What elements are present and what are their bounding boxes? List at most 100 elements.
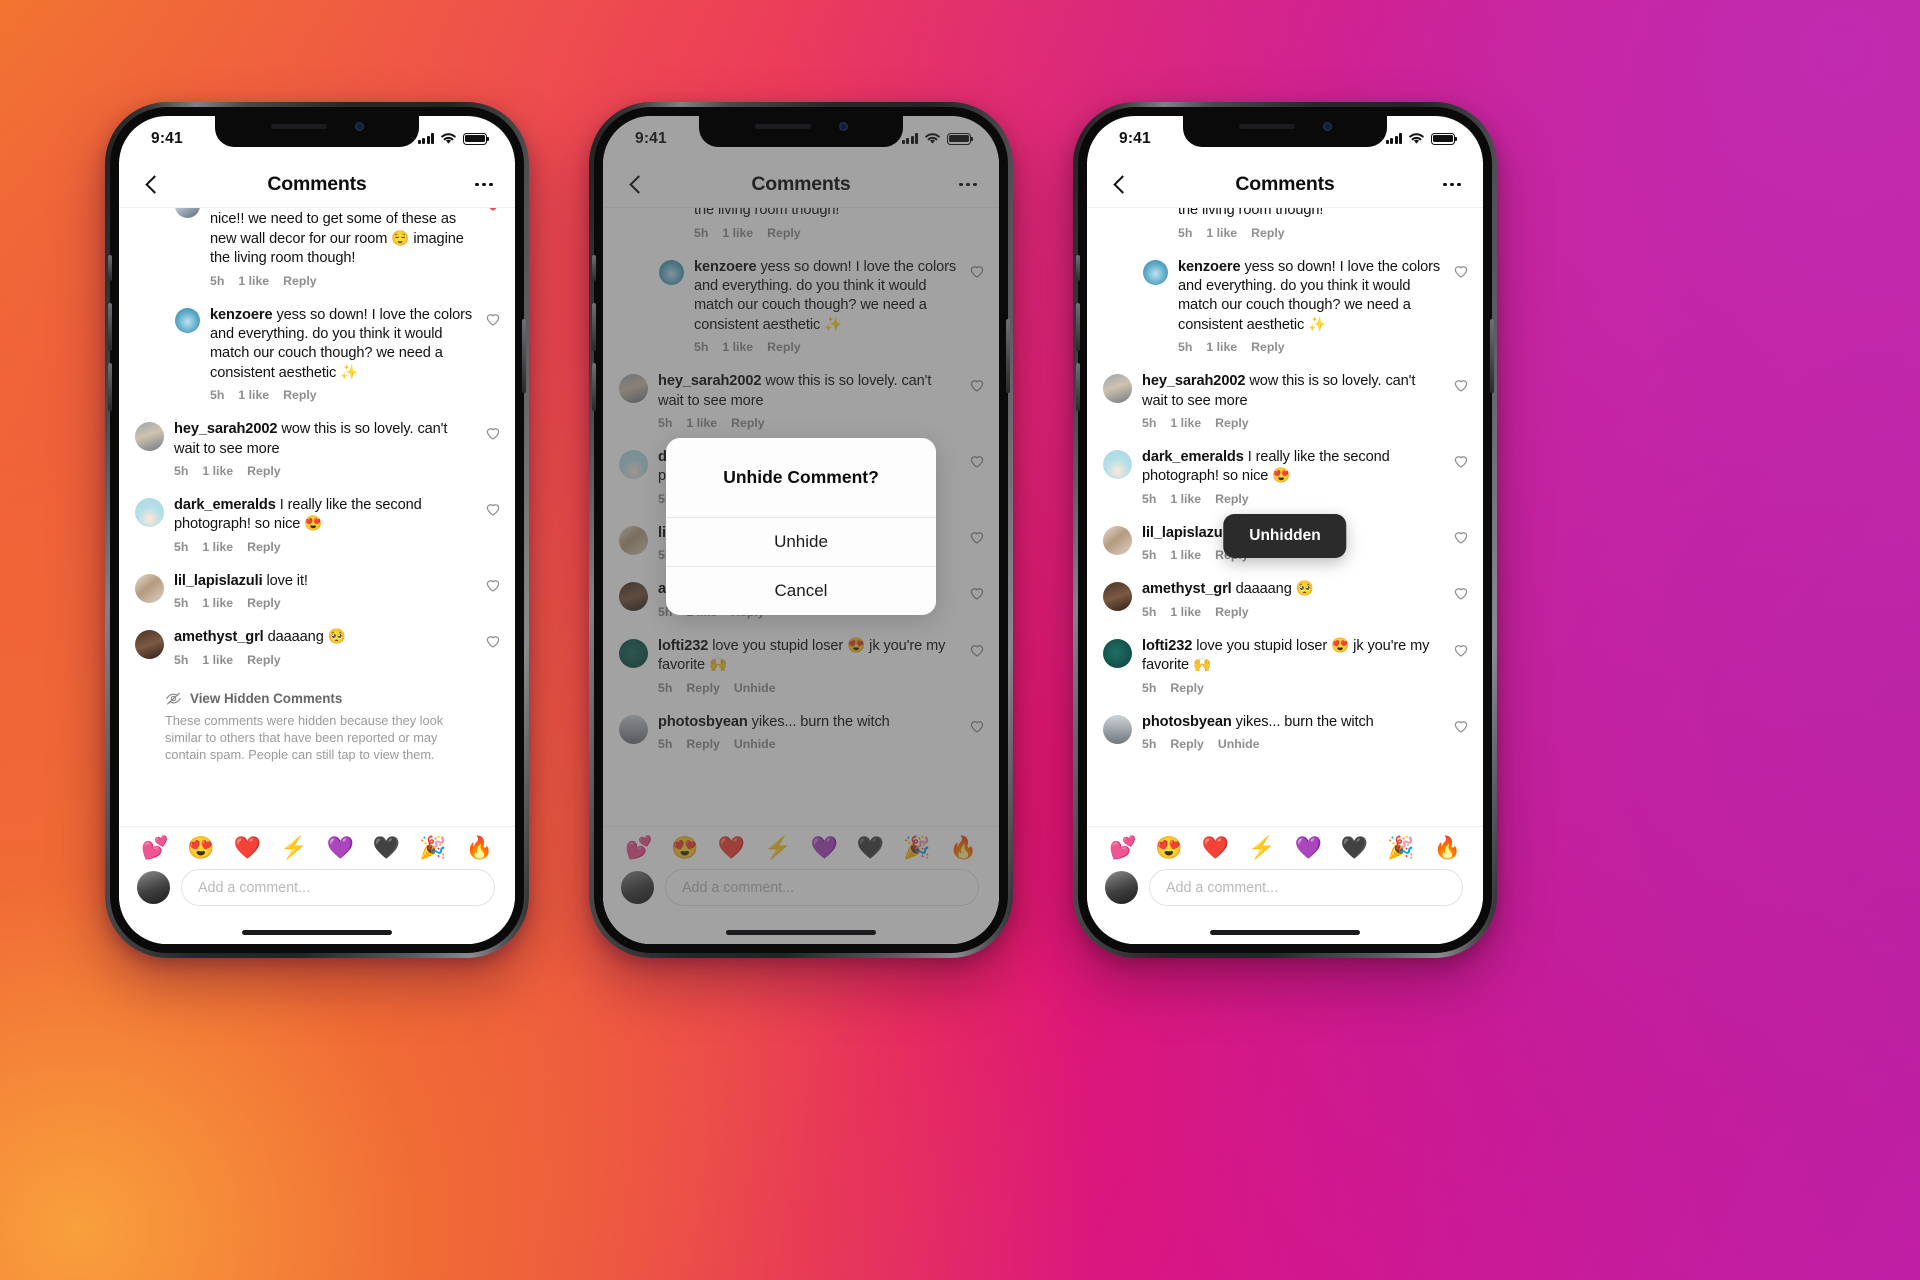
comment-item-amethyst_grl[interactable]: amethyst_grl daaaang 🥺 5h 1 like Reply	[1087, 571, 1483, 627]
comment-item-lil_lapislazuli[interactable]: lil_lapislazuli love it! 5h 1 like Reply	[119, 563, 515, 619]
volume-up-button[interactable]	[592, 303, 596, 351]
comment-item-clocars[interactable]: clocars @kenzoere omg this looks so nice…	[119, 208, 515, 297]
avatar[interactable]	[175, 208, 200, 218]
comment-username[interactable]: lil_lapislazuli	[1142, 525, 1231, 541]
emoji-two-hearts[interactable]: 💕	[141, 837, 168, 859]
power-button[interactable]	[522, 319, 526, 393]
like-heart-icon[interactable]	[1453, 377, 1469, 393]
back-button[interactable]	[141, 174, 163, 196]
like-heart-icon[interactable]	[1453, 642, 1469, 658]
comment-reply-button[interactable]: Reply	[247, 653, 281, 667]
comment-likes[interactable]: 1 like	[1170, 548, 1201, 562]
emoji-red-heart[interactable]: ❤️	[1202, 837, 1229, 859]
comment-username[interactable]: amethyst_grl	[1142, 581, 1232, 597]
emoji-heart-eyes[interactable]: 😍	[187, 837, 214, 859]
comment-input[interactable]: Add a comment...	[1149, 869, 1463, 906]
comment-reply-button[interactable]: Reply	[247, 596, 281, 610]
volume-down-button[interactable]	[1076, 363, 1080, 411]
power-button[interactable]	[1490, 319, 1494, 393]
view-hidden-comments-label[interactable]: View Hidden Comments	[190, 691, 342, 706]
comment-likes[interactable]: 1 like	[202, 464, 233, 478]
comment-username[interactable]: dark_emeralds	[174, 497, 276, 513]
comment-reply-button[interactable]: Reply	[1215, 492, 1249, 506]
comment-input[interactable]: Add a comment...	[181, 869, 495, 906]
emoji-fire[interactable]: 🔥	[1434, 837, 1461, 859]
hidden-comments-section[interactable]: View Hidden Comments These comments were…	[119, 676, 515, 773]
comment-likes[interactable]: 1 like	[238, 388, 269, 402]
comment-item-dark_emeralds[interactable]: dark_emeralds I really like the second p…	[1087, 439, 1483, 515]
comment-reply-button[interactable]: Reply	[283, 388, 317, 402]
like-heart-icon[interactable]	[485, 633, 501, 649]
comment-reply-button[interactable]: Reply	[1251, 226, 1285, 240]
avatar[interactable]	[1103, 638, 1132, 668]
comment-reply-button[interactable]: Reply	[1170, 737, 1204, 751]
comment-item-dark_emeralds[interactable]: dark_emeralds I really like the second p…	[119, 487, 515, 563]
comment-reply-button[interactable]: Reply	[1215, 416, 1249, 430]
emoji-lightning[interactable]: ⚡	[280, 837, 307, 859]
comment-likes[interactable]: 1 like	[1170, 492, 1201, 506]
avatar[interactable]	[175, 307, 200, 333]
like-heart-icon[interactable]	[1453, 529, 1469, 545]
comment-reply-button[interactable]: Reply	[247, 540, 281, 554]
quick-emoji-row[interactable]: 💕 😍 ❤️ ⚡ 💜 🖤 🎉 🔥	[119, 827, 515, 867]
comment-reply-button[interactable]: Reply	[1215, 605, 1249, 619]
emoji-purple-heart[interactable]: 💜	[1294, 837, 1321, 859]
comment-likes[interactable]: 1 like	[202, 596, 233, 610]
comment-likes[interactable]: 1 like	[1206, 226, 1237, 240]
avatar[interactable]	[1103, 714, 1132, 744]
comment-username[interactable]: lil_lapislazuli	[174, 573, 263, 589]
comment-reply-button[interactable]: Reply	[1170, 681, 1204, 695]
comment-reply-button[interactable]: Reply	[1251, 340, 1285, 354]
comment-likes[interactable]: 1 like	[238, 274, 269, 288]
avatar[interactable]	[135, 630, 164, 660]
comment-item-photosbyean[interactable]: photosbyean yikes... burn the witch 5h R…	[1087, 704, 1483, 760]
comment-item-kenzoere[interactable]: kenzoere yess so down! I love the colors…	[1087, 249, 1483, 364]
like-heart-icon[interactable]	[485, 208, 501, 212]
comment-likes[interactable]: 1 like	[202, 653, 233, 667]
comment-item-hey_sarah2002[interactable]: hey_sarah2002 wow this is so lovely. can…	[119, 411, 515, 487]
volume-up-button[interactable]	[108, 303, 112, 351]
emoji-red-heart[interactable]: ❤️	[234, 837, 261, 859]
mute-switch[interactable]	[108, 255, 112, 281]
comment-item-lofti232[interactable]: lofti232 love you stupid loser 😍 jk you'…	[1087, 628, 1483, 704]
like-heart-icon[interactable]	[1453, 263, 1469, 279]
comment-composer[interactable]: Add a comment...	[119, 867, 515, 906]
volume-up-button[interactable]	[1076, 303, 1080, 351]
emoji-lightning[interactable]: ⚡	[1248, 837, 1275, 859]
comment-username[interactable]: kenzoere	[1178, 259, 1241, 275]
comment-username[interactable]: photosbyean	[1142, 714, 1232, 730]
comment-username[interactable]: hey_sarah2002	[174, 421, 277, 437]
emoji-black-heart[interactable]: 🖤	[1341, 837, 1368, 859]
quick-emoji-row[interactable]: 💕 😍 ❤️ ⚡ 💜 🖤 🎉 🔥	[1087, 827, 1483, 867]
dialog-unhide-button[interactable]: Unhide	[666, 516, 936, 566]
avatar[interactable]	[135, 422, 164, 452]
comment-item-kenzoere[interactable]: kenzoere yess so down! I love the colors…	[119, 297, 515, 412]
avatar[interactable]	[1103, 525, 1132, 555]
comment-composer[interactable]: Add a comment...	[1087, 867, 1483, 906]
avatar[interactable]	[1103, 374, 1132, 404]
avatar[interactable]	[1143, 259, 1168, 285]
comment-reply-button[interactable]: Reply	[283, 274, 317, 288]
avatar[interactable]	[135, 498, 164, 528]
emoji-black-heart[interactable]: 🖤	[373, 837, 400, 859]
avatar[interactable]	[135, 573, 164, 603]
emoji-purple-heart[interactable]: 💜	[326, 837, 353, 859]
comment-reply-button[interactable]: Reply	[247, 464, 281, 478]
comment-username[interactable]: hey_sarah2002	[1142, 373, 1245, 389]
mute-switch[interactable]	[592, 255, 596, 281]
comment-username[interactable]: lofti232	[1142, 638, 1192, 654]
emoji-party-popper[interactable]: 🎉	[1387, 837, 1414, 859]
comment-username[interactable]: kenzoere	[210, 307, 273, 323]
avatar[interactable]	[1103, 582, 1132, 612]
comment-username[interactable]: amethyst_grl	[174, 629, 264, 645]
avatar[interactable]	[1103, 450, 1132, 480]
volume-down-button[interactable]	[592, 363, 596, 411]
emoji-party-popper[interactable]: 🎉	[419, 837, 446, 859]
comment-item-clocars[interactable]: clocars @kenzoere omg this looks so nice…	[1087, 208, 1483, 249]
volume-down-button[interactable]	[108, 363, 112, 411]
power-button[interactable]	[1006, 319, 1010, 393]
mute-switch[interactable]	[1076, 255, 1080, 281]
like-heart-icon[interactable]	[1453, 585, 1469, 601]
like-heart-icon[interactable]	[485, 577, 501, 593]
more-options-icon[interactable]	[471, 182, 493, 187]
